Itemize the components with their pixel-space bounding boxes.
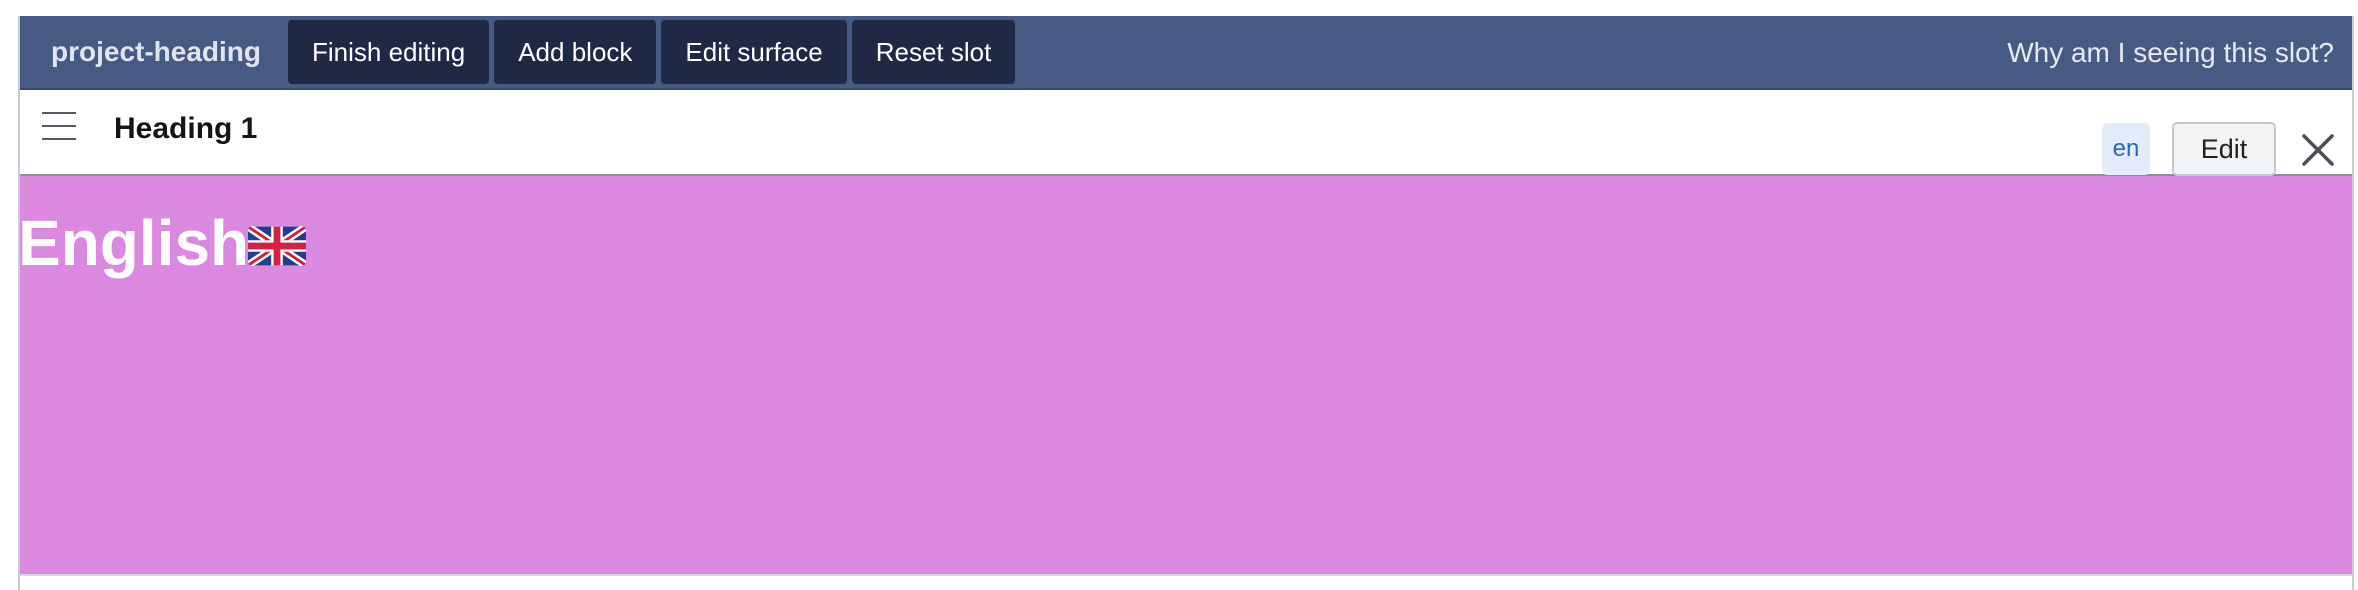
language-badge[interactable]: en: [2102, 123, 2150, 175]
slot-editor-frame: project-heading Finish editing Add block…: [18, 16, 2354, 590]
reset-slot-button[interactable]: Reset slot: [851, 20, 1016, 84]
add-block-button[interactable]: Add block: [494, 20, 657, 84]
why-seeing-slot-link[interactable]: Why am I seeing this slot?: [2007, 16, 2334, 90]
heading-text: English: [18, 207, 250, 279]
finish-editing-button[interactable]: Finish editing: [288, 20, 490, 84]
edit-block-button[interactable]: Edit: [2172, 122, 2276, 176]
block-title: Heading 1: [114, 112, 258, 145]
slot-name: project-heading: [51, 36, 262, 67]
block-content: English: [20, 176, 2352, 576]
block-header: Heading 1 en Edit: [20, 90, 2352, 176]
edit-surface-button[interactable]: Edit surface: [661, 20, 847, 84]
close-icon[interactable]: [2300, 132, 2336, 168]
hamburger-icon[interactable]: [42, 112, 76, 140]
uk-flag-icon: [248, 226, 306, 266]
slot-toolbar: project-heading Finish editing Add block…: [20, 16, 2352, 90]
